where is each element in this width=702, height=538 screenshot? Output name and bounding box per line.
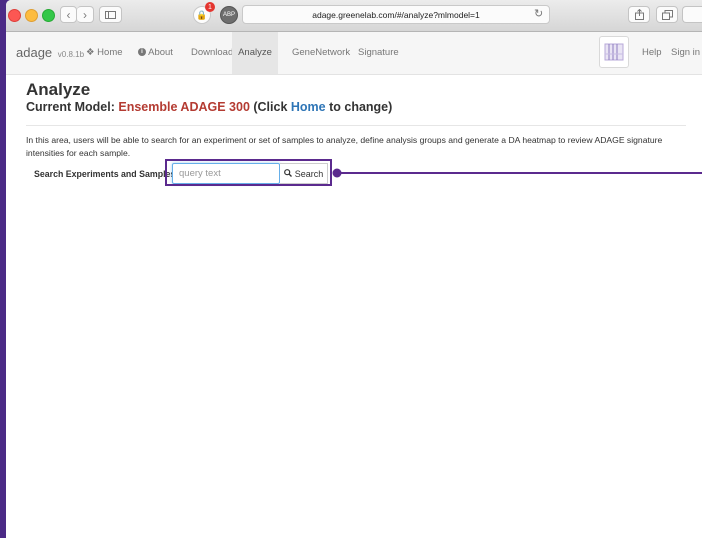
page-title: Analyze bbox=[26, 80, 91, 99]
signature-logo-icon[interactable] bbox=[599, 36, 629, 68]
search-label: Search Experiments and Samples bbox=[34, 169, 176, 179]
share-icon[interactable] bbox=[628, 6, 650, 23]
zoom-window-button[interactable] bbox=[42, 9, 55, 22]
nav-genenetwork[interactable]: GeneNetwork bbox=[292, 32, 350, 74]
address-url: adage.greenelab.com/#/analyze?mlmodel=1 bbox=[312, 9, 480, 20]
site-navbar: adage v0.8.1b ❖ Home i About Download An… bbox=[6, 32, 702, 75]
tabs-overview-icon[interactable] bbox=[656, 6, 678, 23]
nav-signin[interactable]: Sign in bbox=[671, 32, 700, 74]
page-subtitle: Current Model: Ensemble ADAGE 300 (Click… bbox=[26, 100, 392, 114]
page-description: In this area, users will be able to sear… bbox=[26, 135, 663, 158]
forward-icon[interactable]: › bbox=[77, 6, 94, 23]
reload-icon[interactable]: ↻ bbox=[534, 7, 543, 20]
subtitle-mid: (Click bbox=[249, 100, 291, 114]
nav-about-label: About bbox=[148, 47, 173, 58]
nav-download[interactable]: Download bbox=[191, 32, 233, 74]
annotation-connector bbox=[332, 168, 702, 178]
nav-home[interactable]: ❖ Home bbox=[86, 32, 123, 74]
ghostery-icon[interactable]: ABP bbox=[220, 6, 238, 24]
nav-home-label: Home bbox=[97, 47, 123, 58]
nav-help[interactable]: Help bbox=[642, 32, 662, 74]
annotation-highlight-box bbox=[165, 159, 332, 186]
notification-badge: 1 bbox=[205, 2, 215, 12]
info-icon: i bbox=[138, 48, 146, 57]
brand-version: v0.8.1b bbox=[57, 50, 85, 59]
back-icon[interactable]: ‹ bbox=[60, 6, 77, 23]
browser-toolbar: ‹ › 🔒 1 ABP adage.greenelab.com/#/analyz… bbox=[6, 0, 702, 32]
browser-window: ‹ › 🔒 1 ABP adage.greenelab.com/#/analyz… bbox=[6, 0, 702, 538]
close-window-button[interactable] bbox=[8, 9, 21, 22]
divider bbox=[26, 125, 686, 126]
sidebar-toggle-icon[interactable] bbox=[99, 6, 122, 23]
new-tab-icon[interactable] bbox=[682, 6, 702, 23]
brand-name: adage bbox=[16, 45, 53, 60]
nav-about[interactable]: i About bbox=[138, 32, 173, 74]
address-bar[interactable]: adage.greenelab.com/#/analyze?mlmodel=1 bbox=[242, 5, 550, 24]
subtitle-prefix: Current Model: bbox=[26, 100, 119, 114]
current-model-name: Ensemble ADAGE 300 bbox=[118, 100, 250, 114]
nav-analyze[interactable]: Analyze bbox=[232, 32, 278, 74]
subtitle-suffix: to change) bbox=[325, 100, 393, 114]
brand-logo[interactable]: adage v0.8.1b bbox=[16, 45, 84, 60]
minimize-window-button[interactable] bbox=[25, 9, 38, 22]
nav-signature[interactable]: Signature bbox=[358, 32, 399, 74]
home-link[interactable]: Home bbox=[291, 100, 326, 114]
home-icon: ❖ bbox=[86, 47, 95, 58]
